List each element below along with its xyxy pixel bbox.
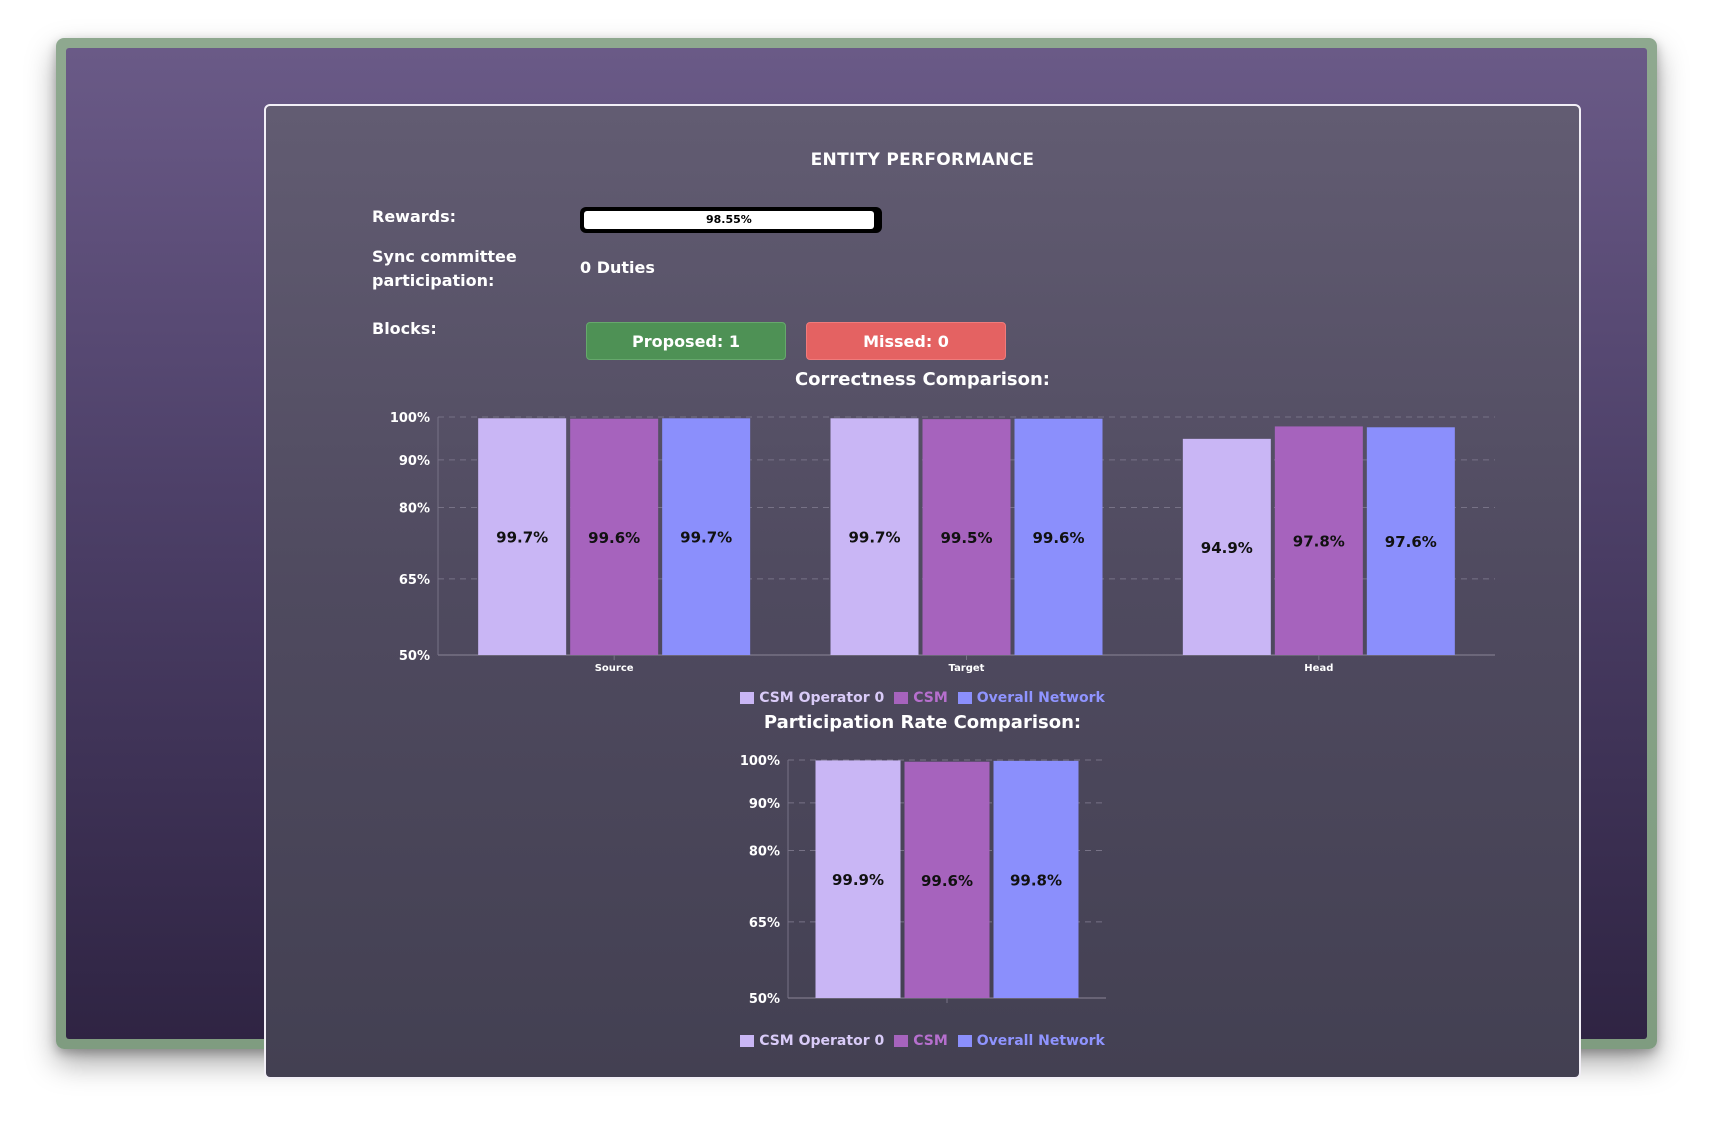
y-tick-label: 50% [749, 992, 780, 1007]
bar-value-label: 99.8% [1010, 871, 1062, 889]
legend-item-network[interactable]: Overall Network [957, 1033, 1105, 1049]
participation-legend: CSM Operator 0 CSM Overall Network [266, 1033, 1579, 1049]
y-tick-label: 80% [749, 844, 780, 859]
y-tick-label: 100% [740, 754, 780, 769]
legend-swatch-csm [894, 1035, 909, 1047]
legend-label-network: Overall Network [976, 1033, 1105, 1049]
legend-swatch-operator [740, 1035, 755, 1047]
y-tick-label: 65% [749, 916, 780, 931]
legend-swatch-network [957, 1035, 972, 1047]
legend-label-operator: CSM Operator 0 [759, 1033, 885, 1049]
app-background: ENTITY PERFORMANCE Rewards: 98.55% Sync … [66, 48, 1647, 1079]
legend-label-csm: CSM [913, 1033, 948, 1049]
bar-value-label: 99.6% [921, 872, 973, 890]
participation-chart: 100% 90% 80% 65% 50% 99.9% 99.6% 99.8% [740, 754, 1106, 1007]
bar-value-label: 99.9% [832, 871, 884, 889]
y-tick-label: 90% [749, 797, 780, 812]
legend-item-csm[interactable]: CSM [894, 1033, 948, 1049]
legend-item-operator[interactable]: CSM Operator 0 [740, 1033, 884, 1049]
entity-performance-panel: ENTITY PERFORMANCE Rewards: 98.55% Sync … [264, 104, 1581, 1079]
